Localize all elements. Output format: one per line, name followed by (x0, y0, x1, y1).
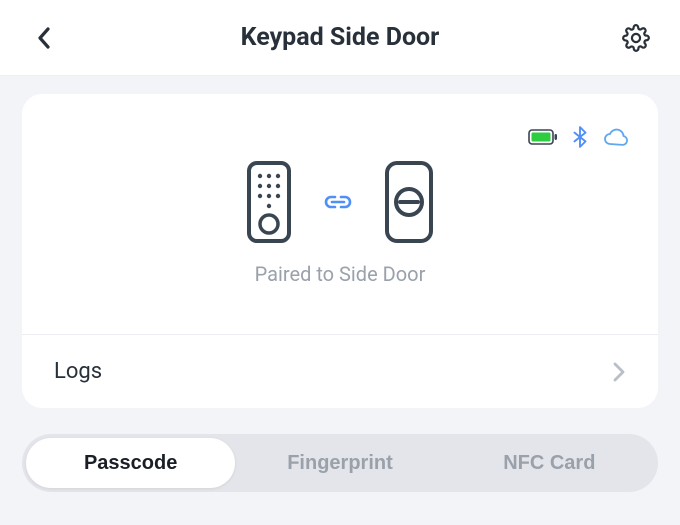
credential-type-tabs: Passcode Fingerprint NFC Card (22, 434, 658, 492)
status-icons (528, 126, 630, 148)
tab-passcode[interactable]: Passcode (26, 438, 235, 488)
app-header: Keypad Side Door (0, 0, 680, 76)
lock-device-icon (384, 160, 434, 244)
device-card: Paired to Side Door Logs (22, 94, 658, 408)
keypad-device-icon (246, 160, 292, 244)
battery-icon (528, 129, 558, 145)
link-icon (322, 192, 354, 212)
bluetooth-icon (572, 126, 588, 148)
chevron-right-icon (612, 361, 626, 383)
page-title: Keypad Side Door (241, 23, 440, 52)
back-button[interactable] (24, 18, 64, 58)
pairing-status-label: Paired to Side Door (46, 262, 634, 314)
chevron-left-icon (36, 26, 52, 50)
tab-nfc-card[interactable]: NFC Card (445, 438, 654, 488)
logs-label: Logs (54, 359, 102, 384)
tab-fingerprint[interactable]: Fingerprint (235, 438, 444, 488)
device-card-body: Paired to Side Door (22, 94, 658, 334)
logs-row[interactable]: Logs (22, 335, 658, 408)
cloud-icon (602, 127, 630, 147)
settings-button[interactable] (616, 18, 656, 58)
main-content: Paired to Side Door Logs Passcode Finger… (0, 76, 680, 510)
gear-icon (622, 24, 650, 52)
